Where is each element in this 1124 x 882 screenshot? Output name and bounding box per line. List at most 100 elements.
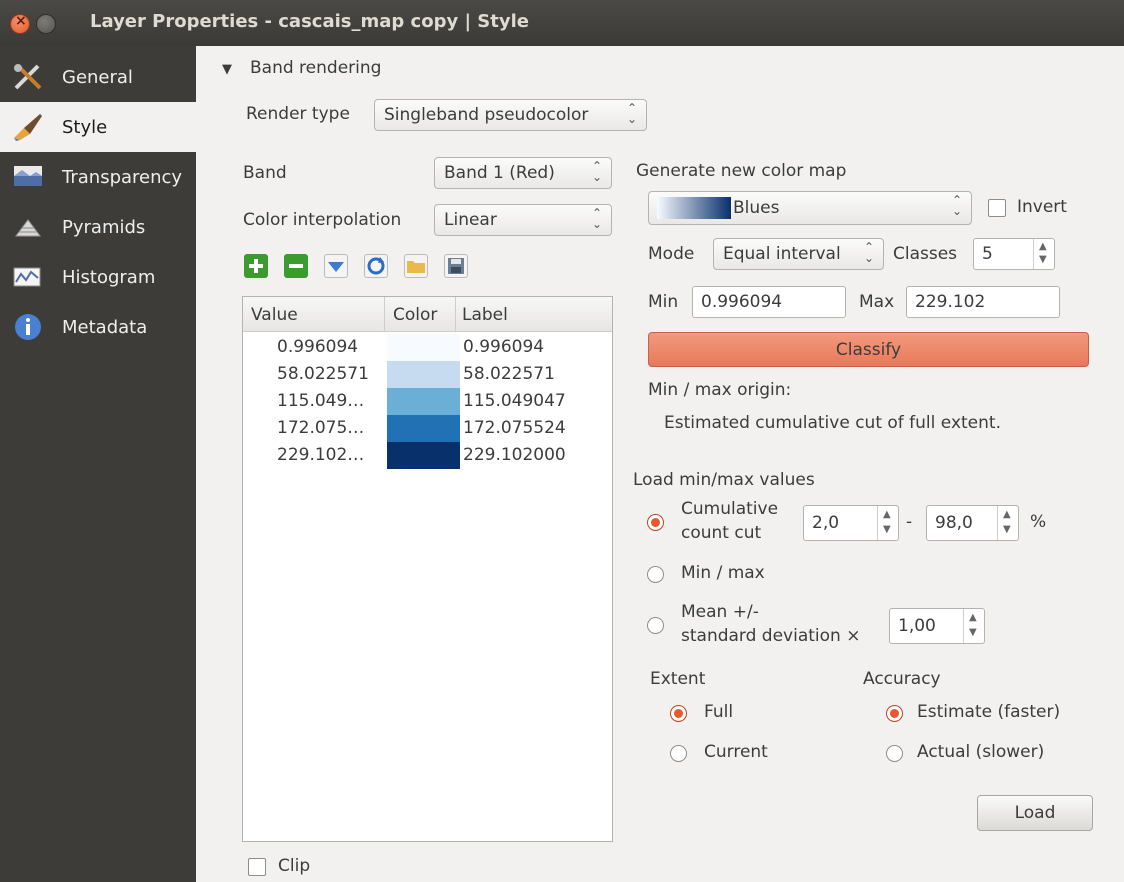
- sidebar: General Style Transparency Pyramids Hist…: [0, 46, 196, 882]
- table-row[interactable]: 229.102… 229.102000: [243, 442, 612, 469]
- spinner-arrows[interactable]: ▲ ▼: [877, 506, 898, 540]
- table-row[interactable]: 58.022571 58.022571: [243, 361, 612, 388]
- table-header: Value Color Label: [243, 297, 612, 332]
- accuracy-actual-radio[interactable]: [886, 745, 903, 762]
- band-label: Band: [243, 163, 287, 183]
- render-type-label: Render type: [246, 104, 350, 124]
- cell-value[interactable]: 115.049…: [277, 391, 364, 411]
- cell-color-swatch[interactable]: [387, 415, 460, 442]
- column-header-color[interactable]: Color: [393, 305, 437, 325]
- section-band-rendering: Band rendering: [250, 58, 382, 78]
- cell-label[interactable]: 115.049047: [463, 391, 566, 411]
- cell-color-swatch[interactable]: [387, 442, 460, 469]
- accuracy-estimate-label: Estimate (faster): [917, 702, 1061, 722]
- accuracy-estimate-radio[interactable]: [886, 705, 903, 722]
- min-label: Min: [648, 292, 679, 312]
- stddev-spinbox[interactable]: 1,00 ▲ ▼: [889, 608, 985, 644]
- cell-color-swatch[interactable]: [387, 334, 460, 361]
- tools-icon: [14, 64, 42, 90]
- sidebar-item-label: General: [62, 67, 133, 88]
- cell-color-swatch[interactable]: [387, 388, 460, 415]
- classes-spinbox[interactable]: 5 ▲ ▼: [973, 238, 1055, 270]
- folder-icon: [407, 261, 425, 273]
- min-max-origin-label: Min / max origin:: [648, 380, 792, 400]
- percent-label: %: [1030, 512, 1047, 532]
- cell-value[interactable]: 172.075…: [277, 418, 364, 438]
- sidebar-item-general[interactable]: General: [0, 52, 196, 102]
- extent-full-radio[interactable]: [670, 705, 687, 722]
- table-row[interactable]: 172.075… 172.075524: [243, 415, 612, 442]
- invert-checkbox[interactable]: [988, 199, 1006, 217]
- column-header-value[interactable]: Value: [251, 305, 298, 325]
- sidebar-item-histogram[interactable]: Histogram: [0, 252, 196, 302]
- load-min-max-heading: Load min/max values: [633, 470, 815, 490]
- info-icon: [15, 314, 41, 340]
- spinner-arrows-icon: ⌃ ⌄: [863, 240, 874, 265]
- min-max-radio[interactable]: [647, 566, 664, 583]
- close-window-button[interactable]: ×: [10, 13, 30, 34]
- table-row[interactable]: 115.049… 115.049047: [243, 388, 612, 415]
- min-max-origin-value: Estimated cumulative cut of full extent.: [664, 413, 1001, 433]
- cell-value[interactable]: 229.102…: [277, 445, 364, 465]
- render-type-select[interactable]: Singleband pseudocolor ⌃ ⌄: [374, 99, 647, 131]
- refresh-button[interactable]: [364, 254, 388, 278]
- cell-label[interactable]: 58.022571: [463, 364, 555, 384]
- cumulative-count-cut-radio[interactable]: [647, 514, 664, 531]
- min-input[interactable]: 0.996094: [692, 286, 846, 318]
- spinner-arrows-icon: ⌃ ⌄: [591, 159, 602, 184]
- cell-value[interactable]: 58.022571: [277, 364, 369, 384]
- pyramids-icon: [15, 219, 41, 237]
- mean-stddev-radio[interactable]: [647, 617, 664, 634]
- add-entry-button[interactable]: [244, 254, 268, 278]
- minus-icon: [289, 264, 303, 268]
- cut-dash: -: [906, 512, 913, 532]
- collapse-triangle-icon[interactable]: ▼: [222, 62, 232, 77]
- extent-current-radio[interactable]: [670, 745, 687, 762]
- cell-label[interactable]: 0.996094: [463, 337, 544, 357]
- sidebar-item-style[interactable]: Style: [0, 102, 196, 152]
- max-input[interactable]: 229.102: [906, 286, 1060, 318]
- minimize-window-button[interactable]: [36, 14, 56, 34]
- color-map-table[interactable]: Value Color Label 0.996094 0.996094 58.022…: [242, 296, 613, 842]
- accuracy-actual-label: Actual (slower): [917, 742, 1045, 762]
- sort-button[interactable]: [324, 254, 348, 278]
- cell-label[interactable]: 172.075524: [463, 418, 566, 438]
- plus-icon: [249, 259, 263, 273]
- max-label: Max: [859, 292, 895, 312]
- clip-checkbox[interactable]: [248, 858, 266, 876]
- remove-entry-button[interactable]: [284, 254, 308, 278]
- close-icon: ×: [15, 13, 27, 29]
- mean-label-line1: Mean +/-: [681, 602, 759, 622]
- sidebar-item-transparency[interactable]: Transparency: [0, 152, 196, 202]
- sidebar-item-label: Style: [62, 117, 108, 138]
- sidebar-item-pyramids[interactable]: Pyramids: [0, 202, 196, 252]
- color-ramp-preview: [657, 197, 731, 219]
- title-bar: × Layer Properties - cascais_map copy | …: [0, 0, 1124, 46]
- spinner-arrows[interactable]: ▲ ▼: [1033, 239, 1054, 269]
- column-header-label[interactable]: Label: [462, 305, 508, 325]
- mean-label-line2: standard deviation ×: [681, 626, 861, 646]
- cut-lower-spinbox[interactable]: 2,0 ▲ ▼: [803, 505, 899, 541]
- spinner-arrows[interactable]: ▲ ▼: [997, 506, 1018, 540]
- histogram-icon: [13, 267, 41, 287]
- cell-label[interactable]: 229.102000: [463, 445, 566, 465]
- color-interpolation-select[interactable]: Linear ⌃ ⌄: [434, 204, 612, 236]
- window-title: Layer Properties - cascais_map copy | St…: [90, 11, 529, 32]
- cut-upper-spinbox[interactable]: 98,0 ▲ ▼: [926, 505, 1019, 541]
- sidebar-item-metadata[interactable]: Metadata: [0, 302, 196, 352]
- table-row[interactable]: 0.996094 0.996094: [243, 334, 612, 361]
- save-file-button[interactable]: [444, 254, 468, 278]
- load-button[interactable]: Load: [977, 795, 1093, 831]
- classify-button[interactable]: Classify: [648, 332, 1089, 367]
- sidebar-item-label: Pyramids: [62, 217, 146, 238]
- cell-value[interactable]: 0.996094: [277, 337, 358, 357]
- spinner-arrows[interactable]: ▲ ▼: [963, 609, 984, 643]
- cumulative-label-line2: count cut: [681, 523, 762, 543]
- spinner-arrows-icon: ⌃ ⌄: [951, 193, 962, 218]
- mode-select[interactable]: Equal interval ⌃ ⌄: [713, 238, 884, 270]
- cell-color-swatch[interactable]: [387, 361, 460, 388]
- color-ramp-select[interactable]: Blues ⌃ ⌄: [648, 191, 972, 225]
- open-file-button[interactable]: [404, 254, 428, 278]
- sidebar-item-label: Metadata: [62, 317, 148, 338]
- band-select[interactable]: Band 1 (Red) ⌃ ⌄: [434, 157, 612, 189]
